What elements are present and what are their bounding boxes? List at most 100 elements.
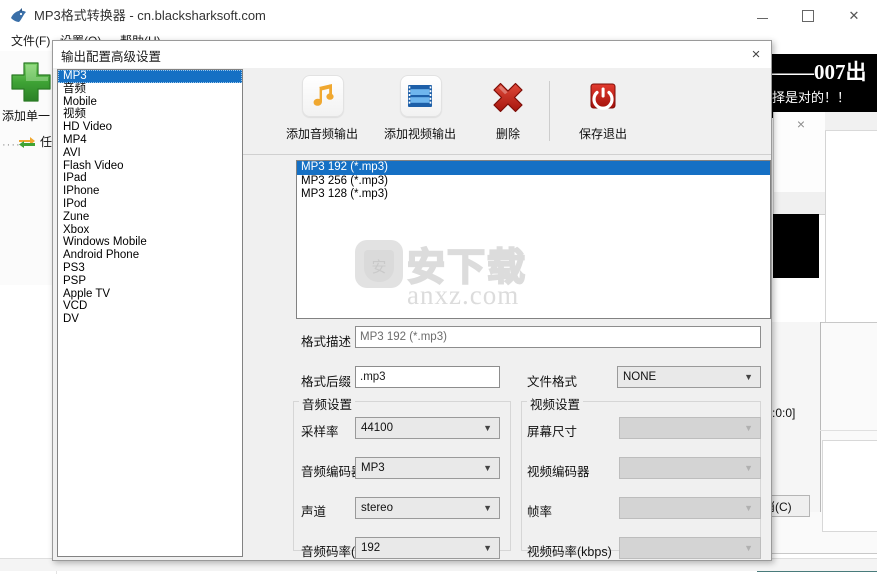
app-left-toolbar: 添加单一 ···· 任 — [0, 51, 57, 286]
audio-encoder-value: MP3 — [361, 462, 385, 474]
format-list-item[interactable]: Windows Mobile — [58, 236, 242, 249]
screen-size-select: ▼ — [619, 417, 761, 439]
red-power-icon — [580, 75, 626, 121]
music-note-icon — [299, 75, 345, 121]
format-list-item[interactable]: IPhone — [58, 185, 242, 198]
format-ext-field[interactable]: .mp3 — [355, 366, 500, 388]
profile-list-item[interactable]: MP3 192 (*.mp3) — [297, 161, 770, 175]
chevron-down-icon: ▼ — [744, 423, 753, 433]
format-category-list[interactable]: MP3 音频 Mobile 视频 HD Video MP4 AVI Flash Video IP… — [57, 69, 243, 557]
add-video-output-label: 添加视频输出 — [383, 127, 456, 141]
sample-rate-select[interactable]: 44100 ▼ — [355, 417, 500, 439]
maximize-button[interactable] — [785, 0, 831, 31]
background-subwindow-close-icon[interactable]: × — [793, 116, 809, 132]
file-format-label: 文件格式 — [527, 375, 578, 389]
dialog-close-button[interactable]: × — [745, 44, 767, 65]
add-audio-output-button[interactable]: 添加音频输出 — [273, 73, 371, 149]
channel-label: 声道 — [301, 505, 327, 519]
close-icon: × — [751, 46, 761, 63]
audio-settings-title: 音频设置 — [299, 394, 356, 413]
format-list-item[interactable]: 音频 — [58, 83, 242, 96]
format-desc-label: 格式描述 — [301, 335, 352, 349]
save-exit-label: 保存退出 — [578, 127, 627, 141]
video-bitrate-label: 视频码率(kbps) — [527, 545, 612, 559]
format-list-item[interactable]: DV — [58, 313, 242, 326]
audio-encoder-select[interactable]: MP3 ▼ — [355, 457, 500, 479]
close-icon: ✕ — [848, 7, 860, 23]
format-settings-form: 格式描述 MP3 192 (*.mp3) 格式后缀 .mp3 文件格式 NONE… — [243, 325, 771, 559]
video-bitrate-select: ▼ — [619, 537, 761, 559]
format-list-item[interactable]: VCD — [58, 300, 242, 313]
background-video-preview — [773, 214, 819, 278]
background-lower-white-box — [822, 440, 877, 532]
format-list-item[interactable]: Flash Video — [58, 160, 242, 173]
format-list-item[interactable]: Apple TV — [58, 288, 242, 301]
format-ext-label: 格式后缀 — [301, 375, 352, 389]
format-list-item[interactable]: MP4 — [58, 134, 242, 147]
chevron-down-icon: ▼ — [744, 372, 753, 382]
format-list-item[interactable]: Zune — [58, 211, 242, 224]
toolbar-separator — [549, 81, 550, 141]
file-format-select[interactable]: NONE ▼ — [617, 366, 761, 388]
format-list-item[interactable]: PS3 — [58, 262, 242, 275]
format-list-item[interactable]: Android Phone — [58, 249, 242, 262]
audio-bitrate-select[interactable]: 192 ▼ — [355, 537, 500, 559]
format-list-item[interactable]: Xbox — [58, 224, 242, 237]
profile-list-item[interactable]: MP3 128 (*.mp3) — [297, 188, 770, 202]
channel-select[interactable]: stereo ▼ — [355, 497, 500, 519]
dialog-title: 输出配置高级设置 — [61, 50, 162, 64]
dialog-toolbar: 添加音频输出 添加视频输出 删除 保存退出 — [243, 69, 771, 155]
background-divider — [820, 430, 877, 431]
add-audio-output-label: 添加音频输出 — [285, 127, 358, 141]
screen-size-label: 屏幕尺寸 — [527, 425, 578, 439]
dialog-right-pane: 添加音频输出 添加视频输出 删除 保存退出 MP3 192 (*.mp3) MP… — [243, 69, 771, 559]
channel-value: stereo — [361, 502, 393, 514]
format-list-item[interactable]: MP3 — [58, 70, 242, 83]
format-list-item[interactable]: AVI — [58, 147, 242, 160]
minimize-button[interactable] — [739, 0, 785, 31]
format-list-item[interactable]: PSP — [58, 275, 242, 288]
chevron-down-icon: ▼ — [483, 503, 492, 513]
dialog-titlebar: 输出配置高级设置 × — [53, 41, 771, 68]
chevron-down-icon: ▼ — [744, 503, 753, 513]
format-desc-field[interactable]: MP3 192 (*.mp3) — [355, 326, 761, 348]
format-list-item[interactable]: IPod — [58, 198, 242, 211]
profile-list-item[interactable]: MP3 256 (*.mp3) — [297, 175, 770, 189]
app-left-tail-text: 任 — [40, 135, 53, 149]
audio-bitrate-value: 192 — [361, 542, 381, 554]
close-button[interactable]: ✕ — [831, 0, 877, 31]
maximize-icon — [802, 9, 814, 22]
menu-file[interactable]: 文件(F) — [7, 33, 54, 50]
promo-banner-line2: 择是对的！！ — [772, 90, 851, 105]
frame-rate-select: ▼ — [619, 497, 761, 519]
chevron-down-icon: ▼ — [483, 543, 492, 553]
format-list-item[interactable]: IPad — [58, 172, 242, 185]
add-video-output-button[interactable]: 添加视频输出 — [371, 73, 469, 149]
video-encoder-select: ▼ — [619, 457, 761, 479]
advanced-output-settings-dialog: 输出配置高级设置 × MP3 音频 Mobile 视频 HD Video MP4 AVI Fl… — [52, 40, 772, 561]
sample-rate-label: 采样率 — [301, 425, 339, 439]
video-encoder-label: 视频编码器 — [527, 465, 590, 479]
background-bottom-edge — [0, 574, 877, 581]
sample-rate-value: 44100 — [361, 422, 393, 434]
format-list-item[interactable]: HD Video — [58, 121, 242, 134]
output-profile-list[interactable]: MP3 192 (*.mp3) MP3 256 (*.mp3) MP3 128 (*… — [296, 160, 771, 319]
save-exit-button[interactable]: 保存退出 — [563, 73, 643, 149]
promo-banner: ——007出 择是对的！！ — [772, 54, 877, 118]
add-single-label: 添加单一 — [2, 109, 51, 123]
chevron-down-icon: ▼ — [483, 423, 492, 433]
green-plus-icon[interactable] — [6, 57, 56, 107]
green-swap-icon[interactable] — [18, 135, 36, 149]
app-shark-icon — [10, 7, 27, 24]
chevron-down-icon: ▼ — [744, 543, 753, 553]
chevron-down-icon: ▼ — [483, 463, 492, 473]
app-title: MP3格式转换器 - cn.blacksharksoft.com — [34, 8, 266, 23]
red-x-delete-icon — [485, 75, 531, 121]
format-list-item[interactable]: 视频 — [58, 108, 242, 121]
file-format-value: NONE — [623, 371, 657, 383]
delete-label: 删除 — [495, 127, 520, 141]
app-titlebar: MP3格式转换器 - cn.blacksharksoft.com ✕ — [0, 0, 877, 32]
chevron-down-icon: ▼ — [744, 463, 753, 473]
delete-button[interactable]: 删除 — [469, 73, 547, 149]
format-list-item[interactable]: Mobile — [58, 96, 242, 109]
